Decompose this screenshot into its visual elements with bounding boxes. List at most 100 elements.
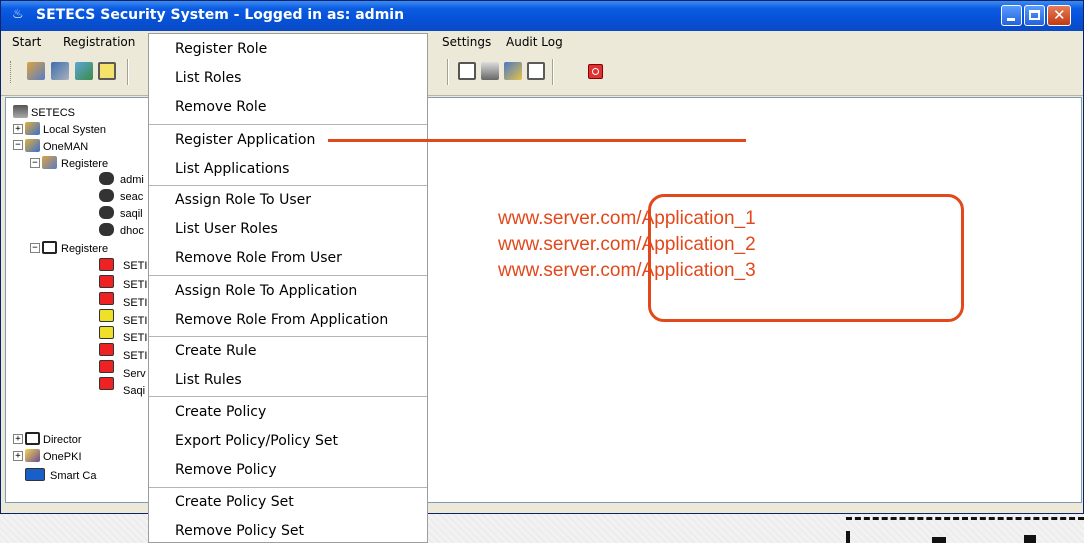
application-url: www.server.com/Application_2	[498, 234, 756, 255]
menu-separator	[149, 275, 427, 276]
users-icon[interactable]	[27, 62, 45, 80]
tree-node-directory[interactable]: Director	[43, 434, 82, 446]
book-icon[interactable]	[527, 62, 545, 80]
maximize-button[interactable]	[1024, 5, 1045, 26]
tree-node-onepki[interactable]: OnePKI	[43, 451, 82, 463]
tree-node-user[interactable]: admi	[120, 174, 144, 186]
save-icon[interactable]	[98, 62, 116, 80]
menu-item-register-role[interactable]: Register Role	[175, 41, 267, 57]
user-icon	[99, 206, 114, 219]
computer-red-icon	[99, 275, 114, 288]
maximize-icon	[1029, 10, 1040, 20]
user-icon	[99, 189, 114, 202]
decorative-mark	[1024, 535, 1036, 543]
computer-yellow-icon	[99, 309, 114, 322]
menu-item-list-rules[interactable]: List Rules	[175, 372, 242, 388]
menu-item-export-policy[interactable]: Export Policy/Policy Set	[175, 433, 338, 449]
menu-item-list-user-roles[interactable]: List User Roles	[175, 221, 278, 237]
users-group-icon	[42, 156, 57, 169]
directory-icon	[25, 432, 40, 445]
close-icon: ✕	[1053, 6, 1066, 24]
dashed-divider	[846, 517, 1084, 520]
tree-node-computer[interactable]: Serv	[123, 368, 146, 380]
minimize-icon	[1007, 18, 1015, 21]
computer-icon	[42, 241, 57, 254]
menu-item-remove-policy-set[interactable]: Remove Policy Set	[175, 523, 304, 539]
tree-node-user[interactable]: seac	[120, 191, 143, 203]
collapse-icon[interactable]: −	[30, 243, 40, 253]
menu-item-remove-role-from-user[interactable]: Remove Role From User	[175, 250, 342, 266]
computer-red-icon	[99, 377, 114, 390]
collapse-icon[interactable]: −	[30, 158, 40, 168]
tree-node-smart-card[interactable]: Smart Ca	[50, 470, 96, 482]
smart-card-icon	[25, 468, 45, 481]
tree-node-computer[interactable]: SETI	[123, 332, 147, 344]
power-icon[interactable]	[588, 64, 603, 79]
tree-root[interactable]: SETECS	[31, 107, 75, 119]
computer-yellow-icon	[99, 326, 114, 339]
group-icon[interactable]	[75, 62, 93, 80]
menu-registration[interactable]: Registration	[63, 35, 135, 49]
local-system-icon	[25, 122, 40, 135]
tree-node-computer[interactable]: Saqi	[123, 385, 145, 397]
tree-node-user[interactable]: saqil	[120, 208, 143, 220]
menu-item-create-rule[interactable]: Create Rule	[175, 343, 256, 359]
menu-item-assign-role-to-user[interactable]: Assign Role To User	[175, 192, 311, 208]
menu-separator	[149, 336, 427, 337]
tree-node-user[interactable]: dhoc	[120, 225, 144, 237]
menu-item-remove-role[interactable]: Remove Role	[175, 99, 266, 115]
tree-node-computer[interactable]: SETI	[123, 315, 147, 327]
application-url: www.server.com/Application_3	[498, 260, 756, 281]
tree-node-local-system[interactable]: Local Systen	[43, 124, 106, 136]
computer-red-icon	[99, 292, 114, 305]
minimize-button[interactable]	[1001, 5, 1022, 26]
computer-red-icon	[99, 343, 114, 356]
menu-settings[interactable]: Settings	[442, 35, 491, 49]
register-user-icon[interactable]	[51, 62, 69, 80]
menu-separator	[149, 487, 427, 488]
window-title: SETECS Security System - Logged in as: a…	[36, 7, 405, 23]
menu-item-assign-role-to-application[interactable]: Assign Role To Application	[175, 283, 357, 299]
menu-start[interactable]: Start	[12, 35, 41, 49]
menu-item-list-applications[interactable]: List Applications	[175, 161, 289, 177]
computer-red-icon	[99, 258, 114, 271]
tree-node-oneman[interactable]: OneMAN	[43, 141, 88, 153]
tree-node-computer[interactable]: SETI	[123, 350, 147, 362]
menu-separator	[149, 124, 427, 125]
decorative-mark	[932, 537, 946, 543]
expand-icon[interactable]: +	[13, 124, 23, 134]
user-icon	[99, 223, 114, 236]
computer-red-icon	[99, 360, 114, 373]
close-button[interactable]: ✕	[1047, 5, 1071, 26]
menu-item-list-roles[interactable]: List Roles	[175, 70, 241, 86]
menu-item-remove-policy[interactable]: Remove Policy	[175, 462, 277, 478]
network-icon	[13, 105, 28, 118]
list-icon[interactable]	[458, 62, 476, 80]
menu-separator	[149, 396, 427, 397]
java-cup-icon: ♨	[12, 7, 24, 22]
expand-icon[interactable]: +	[13, 451, 23, 461]
menu-audit-log[interactable]: Audit Log	[506, 35, 563, 49]
menu-item-remove-role-from-application[interactable]: Remove Role From Application	[175, 312, 388, 328]
callout-connector-line	[328, 139, 746, 142]
title-bar[interactable]: ♨ SETECS Security System - Logged in as:…	[1, 1, 1083, 31]
menu-item-create-policy[interactable]: Create Policy	[175, 404, 266, 420]
user-icon	[99, 172, 114, 185]
search-icon[interactable]	[504, 62, 522, 80]
print-icon[interactable]	[481, 62, 499, 80]
menu-separator	[149, 185, 427, 186]
menu-item-create-policy-set[interactable]: Create Policy Set	[175, 494, 294, 510]
registration-dropdown-menu: Register Role List Roles Remove Role Reg…	[148, 33, 428, 543]
key-icon	[25, 449, 40, 462]
collapse-icon[interactable]: −	[13, 140, 23, 150]
application-url: www.server.com/Application_1	[498, 208, 756, 229]
tree-node-computer[interactable]: SETI	[123, 279, 147, 291]
oneman-icon	[25, 139, 40, 152]
tree-node-registered-users[interactable]: Registere	[61, 158, 108, 170]
tree-node-computer[interactable]: SETI	[123, 260, 147, 272]
expand-icon[interactable]: +	[13, 434, 23, 444]
tree-node-computer[interactable]: SETI	[123, 297, 147, 309]
menu-item-register-application[interactable]: Register Application	[175, 132, 315, 148]
decorative-mark	[846, 531, 850, 543]
tree-node-registered-computers[interactable]: Registere	[61, 243, 108, 255]
